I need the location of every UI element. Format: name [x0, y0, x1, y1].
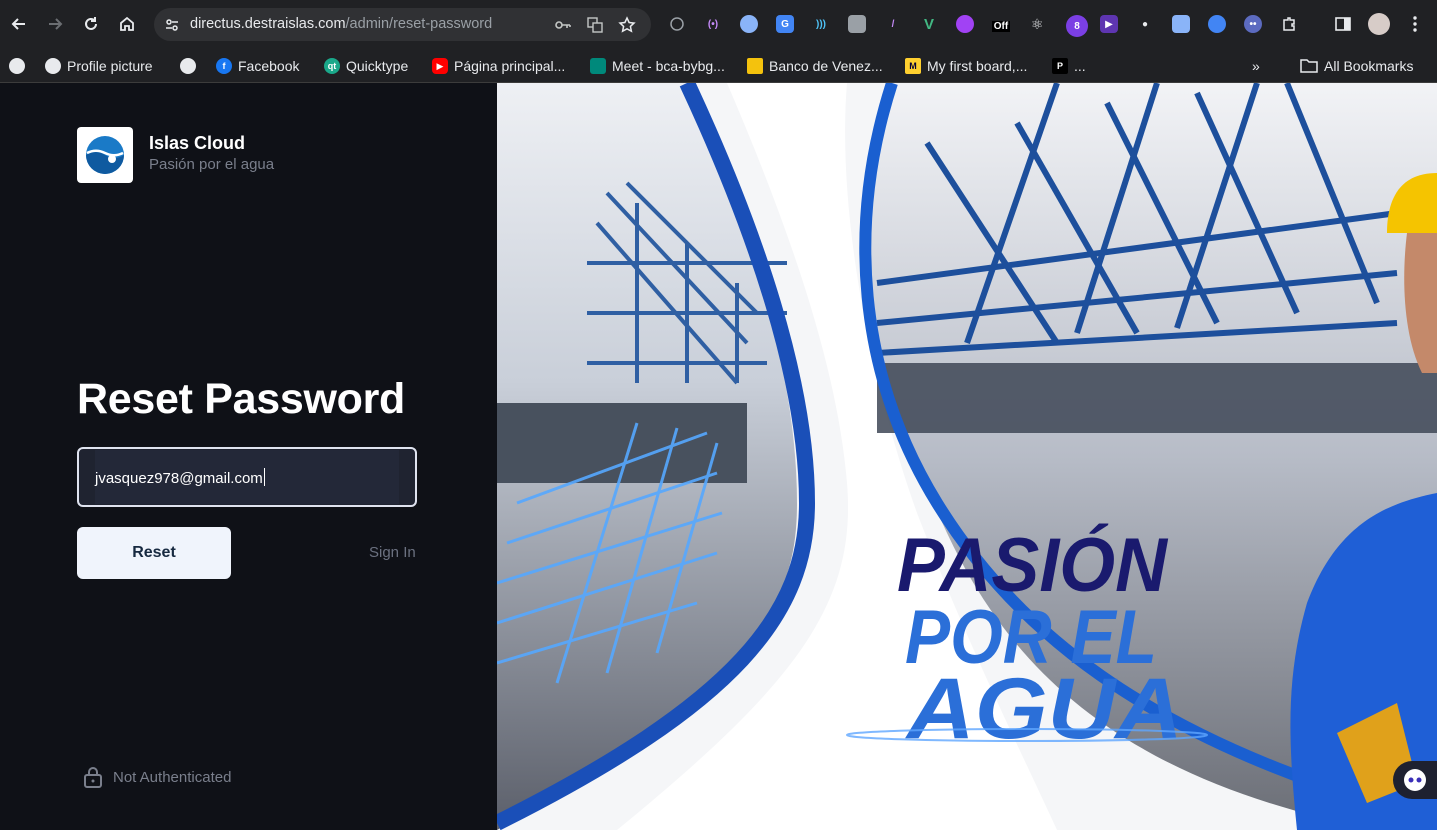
- extension-robot-icon[interactable]: ••: [1244, 15, 1262, 33]
- bookmarks-overflow-icon[interactable]: »: [1252, 54, 1260, 78]
- bookmark-label: Página principal...: [454, 58, 566, 74]
- bookmark-label: ...: [1074, 58, 1086, 74]
- bookmark-facebook[interactable]: f Facebook: [216, 54, 299, 78]
- bookmark-label: Profile picture: [67, 58, 153, 74]
- brand-logo: [77, 127, 133, 183]
- page-title: Reset Password: [77, 375, 406, 423]
- extension-translate-icon[interactable]: G: [776, 15, 794, 33]
- bookmarks-bar: Profile picture f Facebook qt Quicktype ▶ P…: [0, 48, 1437, 83]
- auth-status: Not Authenticated: [83, 766, 231, 788]
- extension-react-icon[interactable]: ⚛: [1028, 15, 1046, 33]
- bookmark-label: Quicktype: [346, 58, 409, 74]
- reload-button[interactable]: [79, 12, 103, 36]
- meet-icon: [590, 58, 606, 74]
- address-bar[interactable]: directus.destraislas.com/admin/reset-pas…: [154, 8, 651, 41]
- bookmark-label: My first board,...: [927, 58, 1028, 74]
- extension-off-icon[interactable]: Off: [990, 17, 1012, 35]
- password-key-icon[interactable]: [554, 16, 572, 34]
- hero-image: PASIÓN POR EL AGUA: [497, 83, 1437, 830]
- globe-icon: [180, 58, 196, 74]
- extension-brackets-icon[interactable]: (•): [704, 15, 722, 33]
- lock-icon: [84, 767, 102, 788]
- back-button[interactable]: [7, 12, 31, 36]
- site-settings-icon[interactable]: [164, 17, 180, 33]
- quicktype-icon: qt: [324, 58, 340, 74]
- bookmark-label: Facebook: [238, 58, 300, 74]
- miro-icon: M: [905, 58, 921, 74]
- url-text: directus.destraislas.com/admin/reset-pas…: [190, 16, 492, 32]
- bookmark-globe-2[interactable]: [180, 54, 202, 78]
- browser-chrome: directus.destraislas.com/admin/reset-pas…: [0, 0, 1437, 83]
- login-panel: Islas Cloud Pasión por el agua Reset Pas…: [0, 83, 497, 830]
- url-host: directus.destraislas.com: [190, 16, 346, 32]
- extension-image-icon[interactable]: [848, 15, 866, 33]
- extension-wifi-icon[interactable]: ))): [812, 15, 830, 33]
- forward-button[interactable]: [43, 12, 67, 36]
- extension-vue-icon[interactable]: V: [920, 15, 938, 33]
- bookmark-globe-1[interactable]: [9, 54, 31, 78]
- extension-feather-icon[interactable]: /: [884, 15, 902, 33]
- reload-icon: [85, 17, 97, 30]
- bookmark-label: Banco de Venez...: [769, 58, 883, 74]
- all-bookmarks-label: All Bookmarks: [1324, 58, 1414, 74]
- sign-in-link[interactable]: Sign In: [369, 544, 416, 561]
- email-value: jvasquez978@gmail.com: [95, 468, 265, 487]
- facebook-icon: f: [216, 58, 232, 74]
- banco-icon: [747, 58, 763, 74]
- globe-icon: [45, 58, 61, 74]
- text-caret: [263, 468, 265, 486]
- extension-panda-icon[interactable]: ●: [1136, 15, 1154, 33]
- extension-circle-icon[interactable]: [740, 15, 758, 33]
- folder-icon: [1300, 59, 1318, 73]
- bookmark-star-icon[interactable]: [618, 16, 636, 34]
- side-panel-icon[interactable]: [1334, 15, 1352, 33]
- bookmark-label: Meet - bca-bybg...: [612, 58, 725, 74]
- water-drop-logo-icon: [86, 136, 124, 174]
- hero-line-3: AGUA: [905, 661, 1183, 757]
- back-arrow-icon: [11, 18, 25, 30]
- p-icon: P: [1052, 58, 1068, 74]
- extension-play-icon[interactable]: ▶: [1100, 15, 1118, 33]
- extension-sync-icon[interactable]: [668, 15, 686, 33]
- hero-illustration: PASIÓN POR EL AGUA: [497, 83, 1437, 830]
- youtube-icon: ▶: [432, 58, 448, 74]
- bookmark-quicktype[interactable]: qt Quicktype: [324, 54, 408, 78]
- browser-menu-icon[interactable]: [1406, 15, 1424, 33]
- reset-button[interactable]: Reset: [77, 527, 231, 579]
- browser-toolbar: directus.destraislas.com/admin/reset-pas…: [0, 0, 1437, 48]
- extension-doc-icon[interactable]: [1172, 15, 1190, 33]
- bookmark-p[interactable]: P...: [1052, 54, 1086, 78]
- bookmark-profile-picture[interactable]: Profile picture: [45, 54, 153, 78]
- email-value-text: jvasquez978@gmail.com: [95, 470, 263, 487]
- translate-icon[interactable]: [586, 16, 604, 34]
- extension-dot-icon[interactable]: [1208, 15, 1226, 33]
- profile-avatar[interactable]: [1368, 13, 1390, 35]
- extension-badge-icon[interactable]: 8: [1066, 15, 1088, 37]
- bookmark-miro[interactable]: M My first board,...: [905, 54, 1027, 78]
- extension-off-badge: Off: [991, 20, 1011, 32]
- robot-chat-icon: [1404, 769, 1426, 791]
- bookmark-youtube[interactable]: ▶ Página principal...: [432, 54, 565, 78]
- extensions-puzzle-icon[interactable]: [1280, 15, 1298, 33]
- auth-status-text: Not Authenticated: [113, 768, 232, 786]
- bookmark-meet[interactable]: Meet - bca-bybg...: [590, 54, 725, 78]
- globe-icon: [9, 58, 25, 74]
- url-path: /admin/reset-password: [345, 16, 493, 32]
- all-bookmarks[interactable]: All Bookmarks: [1300, 54, 1413, 78]
- extension-purple-icon[interactable]: [956, 15, 974, 33]
- extension-count-badge: 8: [1074, 20, 1080, 32]
- chat-widget-button[interactable]: [1393, 761, 1437, 799]
- hero-text: PASIÓN POR EL AGUA: [897, 523, 1183, 757]
- page: Islas Cloud Pasión por el agua Reset Pas…: [0, 83, 1437, 830]
- home-button[interactable]: [115, 12, 139, 36]
- brand-tagline: Pasión por el agua: [149, 156, 275, 173]
- forward-arrow-icon: [49, 18, 63, 30]
- home-icon: [120, 16, 134, 31]
- bookmark-banco[interactable]: Banco de Venez...: [747, 54, 883, 78]
- brand-name: Islas Cloud: [149, 133, 246, 153]
